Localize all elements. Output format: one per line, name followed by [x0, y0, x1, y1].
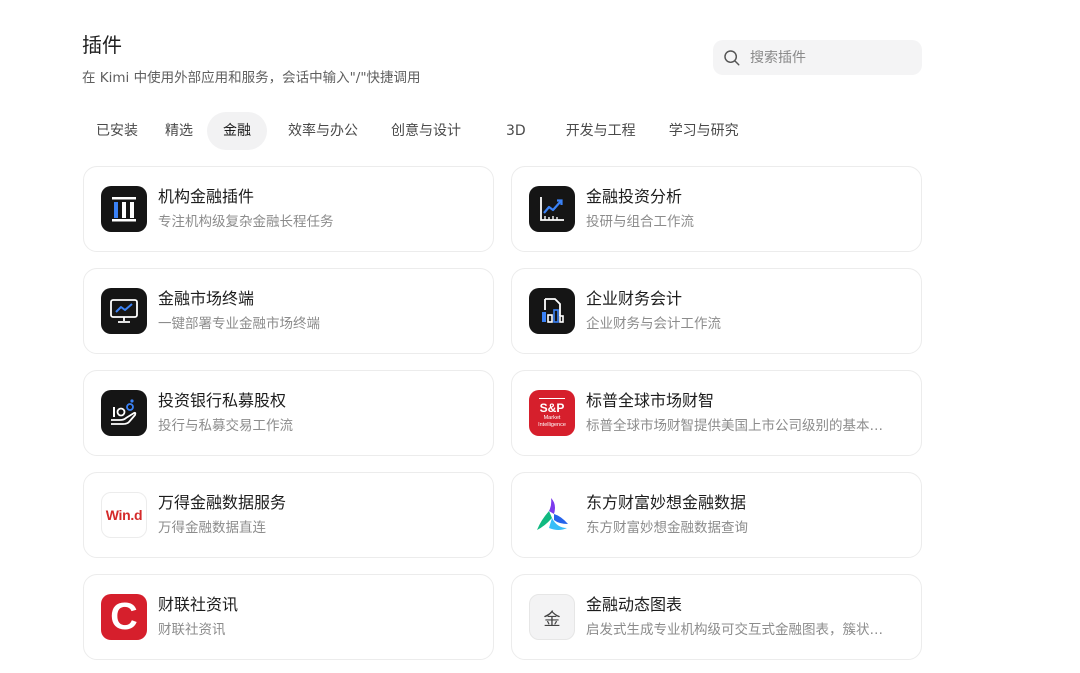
plugin-card[interactable]: 金融投资分析 投研与组合工作流 [511, 166, 922, 252]
plugin-card[interactable]: 企业财务会计 企业财务与会计工作流 [511, 268, 922, 354]
plugin-card[interactable]: 机构金融插件 专注机构级复杂金融长程任务 [83, 166, 494, 252]
page-header: 插件 在 Kimi 中使用外部应用和服务，会话中输入"/"快捷调用 [82, 32, 421, 88]
search-icon [724, 49, 740, 65]
gold-char-icon: 金 [529, 594, 575, 640]
plugin-card[interactable]: 东方财富妙想金融数据 东方财富妙想金融数据查询 [511, 472, 922, 558]
plugin-title: 东方财富妙想金融数据 [586, 493, 747, 512]
hand-coins-icon [101, 390, 147, 436]
plugin-title: 万得金融数据服务 [158, 493, 287, 512]
plugin-title: 金融市场终端 [158, 289, 255, 308]
plugin-desc: 一键部署专业金融市场终端 [158, 316, 320, 332]
search-box[interactable] [713, 40, 922, 75]
eastmoney-logo [529, 492, 575, 538]
tab-dev-engineering[interactable]: 开发与工程 [551, 112, 652, 150]
search-input[interactable] [750, 49, 900, 66]
document-bars-icon [529, 288, 575, 334]
plugin-title: 机构金融插件 [158, 187, 255, 206]
plugin-desc: 启发式生成专业机构级可交互式金融图表，簇状图、折线图等 [586, 622, 892, 638]
institution-columns-icon [101, 186, 147, 232]
tab-learning-research[interactable]: 学习与研究 [652, 112, 753, 150]
chart-trend-icon [529, 186, 575, 232]
plugin-card[interactable]: S&P Market Intelligence 标普全球市场财智 标普全球市场财… [511, 370, 922, 456]
plugin-desc: 投行与私募交易工作流 [158, 418, 293, 434]
sp-logo: S&P Market Intelligence [529, 390, 575, 436]
plugin-card[interactable]: C 财联社资讯 财联社资讯 [83, 574, 494, 660]
category-tabs: 已安装 精选 金融 效率与办公 创意与设计 3D 开发与工程 学习与研究 [82, 112, 753, 150]
page-subtitle: 在 Kimi 中使用外部应用和服务，会话中输入"/"快捷调用 [82, 70, 421, 86]
plugin-card[interactable]: 金融市场终端 一键部署专业金融市场终端 [83, 268, 494, 354]
tab-productivity[interactable]: 效率与办公 [267, 112, 374, 150]
plugin-desc: 标普全球市场财智提供美国上市公司级别的基本面和市场数据 [586, 418, 892, 434]
tab-installed[interactable]: 已安装 [82, 112, 152, 150]
plugin-title: 金融动态图表 [586, 595, 683, 614]
plugin-card[interactable]: 金 金融动态图表 启发式生成专业机构级可交互式金融图表，簇状图、折线图等 [511, 574, 922, 660]
tab-finance[interactable]: 金融 [207, 112, 267, 150]
plugin-card[interactable]: Win.d 万得金融数据服务 万得金融数据直连 [83, 472, 494, 558]
plugin-title: 企业财务会计 [586, 289, 683, 308]
plugin-title: 财联社资讯 [158, 595, 239, 614]
tab-3d[interactable]: 3D [478, 112, 551, 150]
monitor-chart-icon [101, 288, 147, 334]
cls-logo: C [101, 594, 147, 640]
wind-logo: Win.d [101, 492, 147, 538]
plugin-desc: 东方财富妙想金融数据查询 [586, 520, 748, 536]
tab-featured[interactable]: 精选 [152, 112, 207, 150]
plugin-desc: 投研与组合工作流 [586, 214, 694, 230]
plugin-desc: 企业财务与会计工作流 [586, 316, 721, 332]
plugin-desc: 专注机构级复杂金融长程任务 [158, 214, 334, 230]
plugin-title: 标普全球市场财智 [586, 391, 715, 410]
plugin-card[interactable]: 投资银行私募股权 投行与私募交易工作流 [83, 370, 494, 456]
tab-creative-design[interactable]: 创意与设计 [374, 112, 478, 150]
plugin-title: 投资银行私募股权 [158, 391, 287, 410]
page-title: 插件 [82, 33, 122, 57]
plugin-desc: 万得金融数据直连 [158, 520, 266, 536]
plugin-title: 金融投资分析 [586, 187, 683, 206]
plugin-desc: 财联社资讯 [158, 622, 226, 638]
